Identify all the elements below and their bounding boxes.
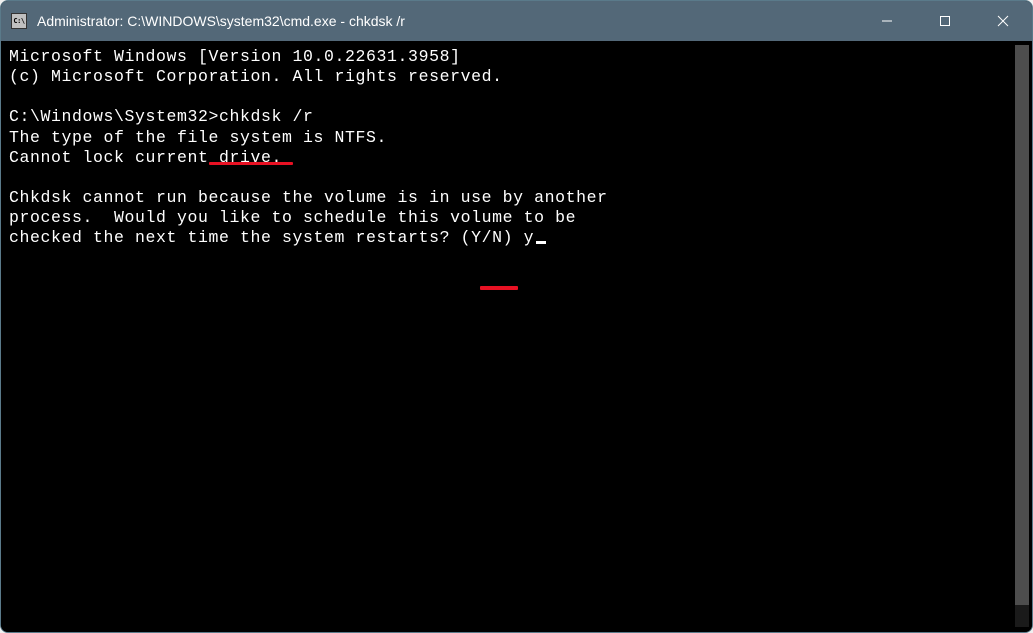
output-line: The type of the file system is NTFS. — [9, 128, 1024, 148]
output-line: (c) Microsoft Corporation. All rights re… — [9, 67, 1024, 87]
output-line: C:\Windows\System32>chkdsk /r — [9, 107, 1024, 127]
cmd-window: C:\ Administrator: C:\WINDOWS\system32\c… — [0, 0, 1033, 633]
maximize-icon — [939, 15, 951, 27]
annotation-underline — [209, 162, 293, 165]
close-button[interactable] — [974, 1, 1032, 41]
output-line: process. Would you like to schedule this… — [9, 208, 1024, 228]
output-line: Chkdsk cannot run because the volume is … — [9, 188, 1024, 208]
output-line: checked the next time the system restart… — [9, 228, 1024, 248]
window-title: Administrator: C:\WINDOWS\system32\cmd.e… — [37, 13, 858, 29]
output-line — [9, 168, 1024, 188]
prompt-text: C:\Windows\System32> — [9, 107, 219, 126]
window-controls — [858, 1, 1032, 41]
maximize-button[interactable] — [916, 1, 974, 41]
output-line: Cannot lock current drive. — [9, 148, 1024, 168]
terminal-output[interactable]: Microsoft Windows [Version 10.0.22631.39… — [1, 41, 1032, 632]
cmd-icon: C:\ — [11, 13, 27, 29]
command-text: chkdsk /r — [219, 107, 314, 126]
output-line: Microsoft Windows [Version 10.0.22631.39… — [9, 47, 1024, 67]
output-line — [9, 87, 1024, 107]
user-input: y — [524, 228, 535, 247]
annotation-underline — [480, 286, 518, 290]
minimize-icon — [881, 15, 893, 27]
scrollbar-thumb[interactable] — [1015, 45, 1029, 605]
titlebar[interactable]: C:\ Administrator: C:\WINDOWS\system32\c… — [1, 1, 1032, 41]
minimize-button[interactable] — [858, 1, 916, 41]
cursor-icon — [536, 241, 546, 244]
close-icon — [997, 15, 1009, 27]
prompt-question: checked the next time the system restart… — [9, 228, 524, 247]
